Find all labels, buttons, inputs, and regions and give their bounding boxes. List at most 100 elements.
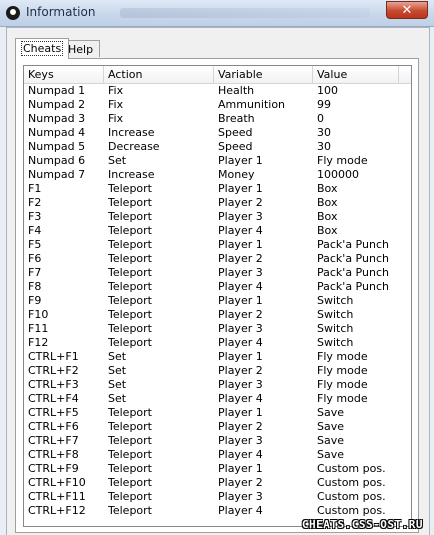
cell-variable: Health [218, 84, 255, 97]
cell-action: Increase [108, 126, 155, 139]
column-header-variable[interactable]: Variable [214, 66, 313, 83]
cell-keys: CTRL+F6 [28, 420, 79, 433]
list-item[interactable]: CTRL+F6 Teleport Player 2 Save [24, 420, 411, 434]
list-item[interactable]: F11 Teleport Player 3 Switch [24, 322, 411, 336]
cell-value: Pack'a Punch [317, 252, 389, 265]
cell-value: Fly mode [317, 378, 368, 391]
cell-value: Pack'a Punch [317, 280, 389, 293]
list-item[interactable]: CTRL+F10 Teleport Player 2 Custom pos. [24, 476, 411, 490]
cell-variable: Ammunition [218, 98, 286, 111]
cell-variable: Player 1 [218, 154, 263, 167]
cell-keys: Numpad 7 [28, 168, 86, 181]
cell-action: Teleport [108, 196, 152, 209]
cell-keys: F9 [28, 294, 42, 307]
cell-variable: Player 3 [218, 434, 263, 447]
cell-action: Set [108, 350, 127, 363]
list-item[interactable]: Numpad 4 Increase Speed 30 [24, 126, 411, 140]
list-item[interactable]: Numpad 1 Fix Health 100 [24, 84, 411, 98]
list-item[interactable]: Numpad 2 Fix Ammunition 99 [24, 98, 411, 112]
cell-value: Box [317, 224, 338, 237]
cell-action: Decrease [108, 140, 160, 153]
list-item[interactable]: Numpad 6 Set Player 1 Fly mode [24, 154, 411, 168]
list-item[interactable]: F9 Teleport Player 1 Switch [24, 294, 411, 308]
cell-action: Fix [108, 84, 124, 97]
list-item[interactable]: F1 Teleport Player 1 Box [24, 182, 411, 196]
cell-keys: CTRL+F10 [28, 476, 86, 489]
cell-keys: F12 [28, 336, 49, 349]
tab-help-label: Help [68, 43, 94, 56]
cell-action: Fix [108, 112, 124, 125]
cell-keys: F2 [28, 196, 42, 209]
list-item[interactable]: F4 Teleport Player 4 Box [24, 224, 411, 238]
cell-keys: CTRL+F9 [28, 462, 79, 475]
cell-value: Fly mode [317, 350, 368, 363]
cell-variable: Player 4 [218, 336, 263, 349]
tab-cheats-label: Cheats [20, 41, 64, 56]
list-item[interactable]: F10 Teleport Player 2 Switch [24, 308, 411, 322]
cell-value: 100 [317, 84, 338, 97]
cell-keys: Numpad 6 [28, 154, 86, 167]
cell-keys: F4 [28, 224, 42, 237]
list-item[interactable]: CTRL+F3 Set Player 3 Fly mode [24, 378, 411, 392]
list-item[interactable]: CTRL+F4 Set Player 4 Fly mode [24, 392, 411, 406]
cell-keys: CTRL+F12 [28, 504, 86, 517]
list-item[interactable]: F2 Teleport Player 2 Box [24, 196, 411, 210]
cell-variable: Player 2 [218, 196, 263, 209]
cell-action: Teleport [108, 294, 152, 307]
list-item[interactable]: CTRL+F9 Teleport Player 1 Custom pos. [24, 462, 411, 476]
title-bar-blur [120, 8, 370, 18]
cell-action: Teleport [108, 476, 152, 489]
list-item[interactable]: F8 Teleport Player 4 Pack'a Punch [24, 280, 411, 294]
cell-variable: Player 4 [218, 504, 263, 517]
list-item[interactable]: Numpad 5 Decrease Speed 30 [24, 140, 411, 154]
list-item[interactable]: F6 Teleport Player 2 Pack'a Punch [24, 252, 411, 266]
column-header-value[interactable]: Value [313, 66, 399, 83]
cell-value: Box [317, 210, 338, 223]
cell-keys: CTRL+F7 [28, 434, 79, 447]
cell-variable: Player 2 [218, 420, 263, 433]
list-item[interactable]: CTRL+F1 Set Player 1 Fly mode [24, 350, 411, 364]
list-item[interactable]: CTRL+F11 Teleport Player 3 Custom pos. [24, 490, 411, 504]
cell-action: Teleport [108, 252, 152, 265]
cell-value: Custom pos. [317, 476, 386, 489]
cell-variable: Player 3 [218, 322, 263, 335]
cell-variable: Speed [218, 140, 253, 153]
cell-keys: CTRL+F1 [28, 350, 79, 363]
cell-keys: Numpad 4 [28, 126, 86, 139]
list-item[interactable]: Numpad 3 Fix Breath 0 [24, 112, 411, 126]
cell-value: Fly mode [317, 364, 368, 377]
cell-keys: Numpad 2 [28, 98, 86, 111]
cell-value: Box [317, 182, 338, 195]
list-item[interactable]: CTRL+F7 Teleport Player 3 Save [24, 434, 411, 448]
cell-value: Save [317, 420, 345, 433]
cell-variable: Player 1 [218, 462, 263, 475]
cell-keys: Numpad 1 [28, 84, 86, 97]
cell-keys: F1 [28, 182, 42, 195]
cell-action: Teleport [108, 182, 152, 195]
list-item[interactable]: Numpad 7 Increase Money 100000 [24, 168, 411, 182]
cell-keys: F3 [28, 210, 42, 223]
cheats-list[interactable]: Keys Action Variable Value Numpad 1 Fix He… [23, 65, 412, 527]
list-item[interactable]: CTRL+F8 Teleport Player 4 Save [24, 448, 411, 462]
list-item[interactable]: CTRL+F2 Set Player 2 Fly mode [24, 364, 411, 378]
cell-action: Set [108, 378, 127, 391]
list-item[interactable]: CTRL+F12 Teleport Player 4 Custom pos. [24, 504, 411, 518]
cell-action: Teleport [108, 308, 152, 321]
list-item[interactable]: CTRL+F5 Teleport Player 1 Save [24, 406, 411, 420]
list-item[interactable]: F5 Teleport Player 1 Pack'a Punch [24, 238, 411, 252]
cell-value: Fly mode [317, 392, 368, 405]
column-header-action[interactable]: Action [104, 66, 214, 83]
cell-value: Pack'a Punch [317, 266, 389, 279]
cell-variable: Player 3 [218, 210, 263, 223]
tab-cheats[interactable]: Cheats [15, 38, 70, 59]
close-button[interactable]: ✕ [386, 1, 428, 19]
cell-action: Set [108, 154, 127, 167]
cell-action: Teleport [108, 504, 152, 517]
column-header-keys[interactable]: Keys [24, 66, 104, 83]
list-item[interactable]: F3 Teleport Player 3 Box [24, 210, 411, 224]
cell-action: Teleport [108, 322, 152, 335]
list-item[interactable]: F7 Teleport Player 3 Pack'a Punch [24, 266, 411, 280]
cell-variable: Player 1 [218, 406, 263, 419]
list-item[interactable]: F12 Teleport Player 4 Switch [24, 336, 411, 350]
cell-keys: CTRL+F11 [28, 490, 86, 503]
